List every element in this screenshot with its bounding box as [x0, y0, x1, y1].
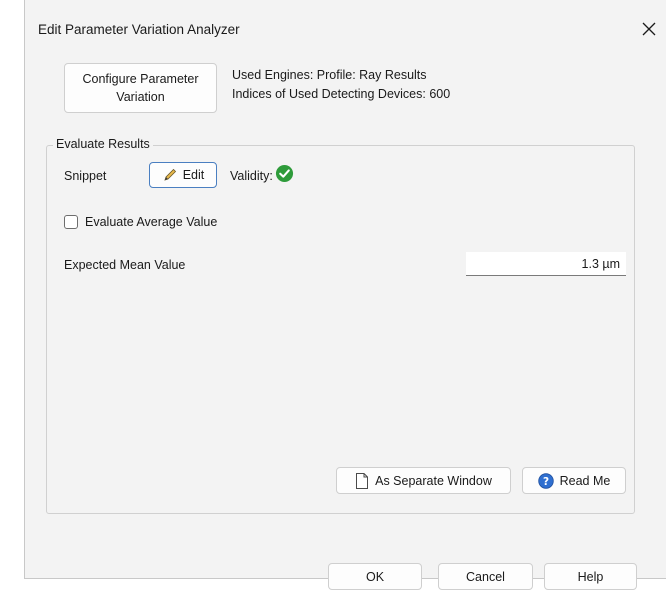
expected-mean-input[interactable]: 1.3 µm: [466, 252, 626, 276]
edit-snippet-button[interactable]: Edit: [149, 162, 217, 188]
used-engines-text: Used Engines: Profile: Ray Results: [232, 68, 427, 82]
group-title: Evaluate Results: [53, 137, 153, 151]
read-me-button[interactable]: ? Read Me: [522, 467, 626, 494]
validity-label: Validity:: [230, 168, 273, 183]
evaluate-average-label[interactable]: Evaluate Average Value: [85, 215, 217, 229]
title-bar: Edit Parameter Variation Analyzer: [25, 0, 666, 62]
pencil-icon: [164, 168, 176, 181]
snippet-label: Snippet: [64, 169, 107, 183]
as-separate-window-button[interactable]: As Separate Window: [336, 467, 511, 494]
close-icon: [642, 22, 656, 36]
validity-indicator: Validity:: [230, 164, 294, 183]
svg-text:?: ?: [543, 476, 549, 488]
cancel-button[interactable]: Cancel: [438, 563, 533, 590]
ok-button[interactable]: OK: [328, 563, 422, 590]
document-icon: [356, 472, 369, 489]
edit-button-label: Edit: [182, 168, 205, 182]
read-me-label: Read Me: [559, 473, 611, 488]
close-button[interactable]: [632, 12, 666, 46]
configure-button-label: Configure Parameter Variation: [82, 72, 199, 104]
help-button[interactable]: Help: [544, 563, 637, 590]
evaluate-average-checkbox[interactable]: [64, 215, 78, 229]
dialog-window: Edit Parameter Variation Analyzer Config…: [24, 0, 666, 590]
used-devices-text: Indices of Used Detecting Devices: 600: [232, 87, 451, 101]
evaluate-results-group: Evaluate Results: [46, 137, 635, 514]
separate-window-label: As Separate Window: [375, 473, 492, 488]
configure-parameter-variation-button[interactable]: Configure Parameter Variation: [64, 63, 217, 113]
engine-info: Used Engines: Profile: Ray Results Indic…: [232, 66, 450, 104]
help-circle-icon: ?: [537, 472, 554, 489]
check-circle-icon: [275, 164, 293, 183]
expected-mean-label: Expected Mean Value: [64, 258, 186, 272]
dialog-title: Edit Parameter Variation Analyzer: [38, 22, 240, 37]
